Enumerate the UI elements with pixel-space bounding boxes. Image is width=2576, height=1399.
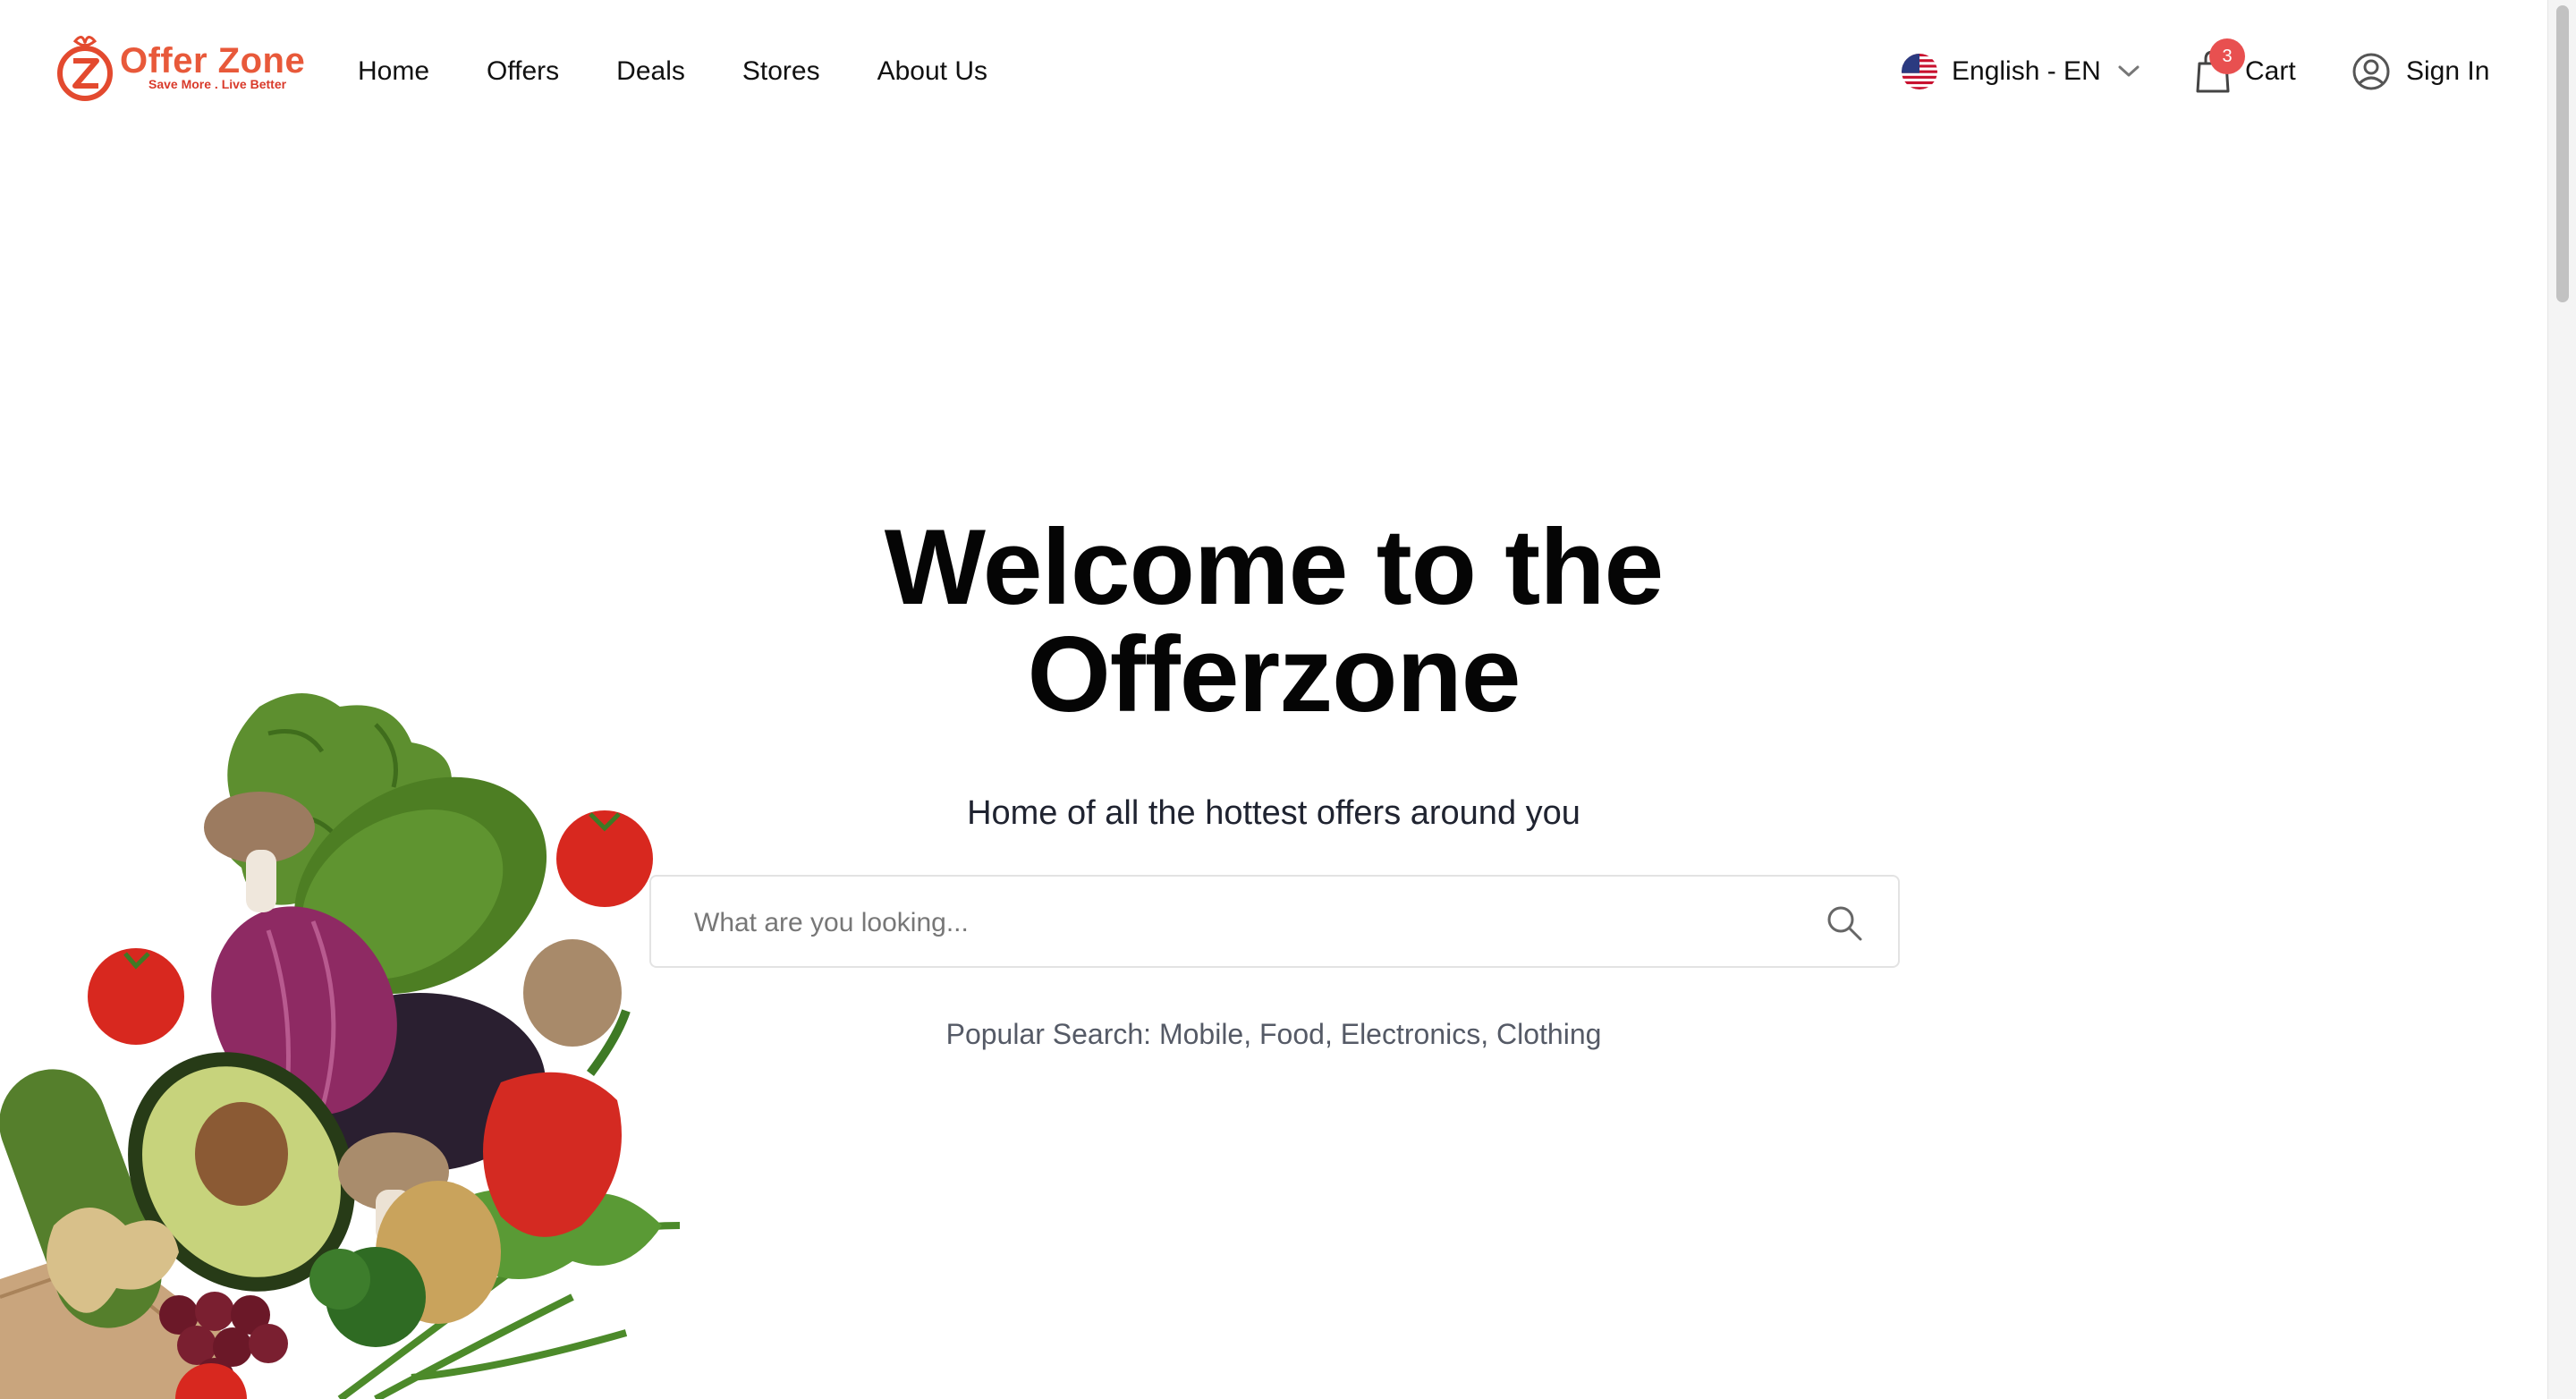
shopping-bag-icon: 3 (2195, 38, 2245, 94)
language-selector[interactable]: English - EN (1902, 52, 2140, 91)
hero-title-line-1: Welcome to the (884, 507, 1665, 627)
user-icon (2352, 53, 2390, 90)
hero-title-line-2: Offerzone (1027, 615, 1521, 734)
search-box (649, 875, 1900, 968)
popular-term-clothing[interactable]: Clothing (1496, 1018, 1601, 1050)
sign-in-label: Sign In (2406, 56, 2490, 86)
popular-term-electronics[interactable]: Electronics (1341, 1018, 1481, 1050)
logo-gift-icon (57, 36, 113, 101)
nav-about-us[interactable]: About Us (877, 52, 987, 91)
vegetables-illustration (0, 693, 681, 1399)
search-input[interactable] (694, 896, 1767, 950)
cart-button[interactable]: 3 Cart (2195, 38, 2296, 98)
offer-zone-logo[interactable]: Offer Zone Save More . Live Better (55, 32, 305, 104)
search-icon (1827, 906, 1862, 941)
nav-deals[interactable]: Deals (616, 52, 685, 91)
nav-offers[interactable]: Offers (487, 52, 559, 91)
scrollbar-thumb[interactable] (2556, 5, 2569, 302)
site-header: Offer Zone Save More . Live Better Home … (0, 0, 2547, 143)
popular-term-food[interactable]: Food (1259, 1018, 1325, 1050)
cart-label: Cart (2245, 56, 2296, 86)
us-flag-icon (1902, 54, 1937, 89)
search-button[interactable] (1825, 903, 1864, 943)
cart-count-badge: 3 (2209, 38, 2245, 74)
popular-term-mobile[interactable]: Mobile (1159, 1018, 1243, 1050)
popular-search-label: Popular Search: (945, 1018, 1152, 1050)
scrollbar[interactable] (2547, 0, 2576, 1399)
main-nav: Home Offers Deals Stores About Us (358, 52, 987, 91)
sign-in-button[interactable]: Sign In (2352, 52, 2489, 91)
logo-tagline: Save More . Live Better (148, 77, 287, 91)
chevron-down-icon (2118, 65, 2140, 77)
logo-name: Offer Zone (120, 41, 306, 81)
nav-home[interactable]: Home (358, 52, 429, 91)
language-label: English - EN (1952, 56, 2101, 86)
nav-stores[interactable]: Stores (742, 52, 820, 91)
